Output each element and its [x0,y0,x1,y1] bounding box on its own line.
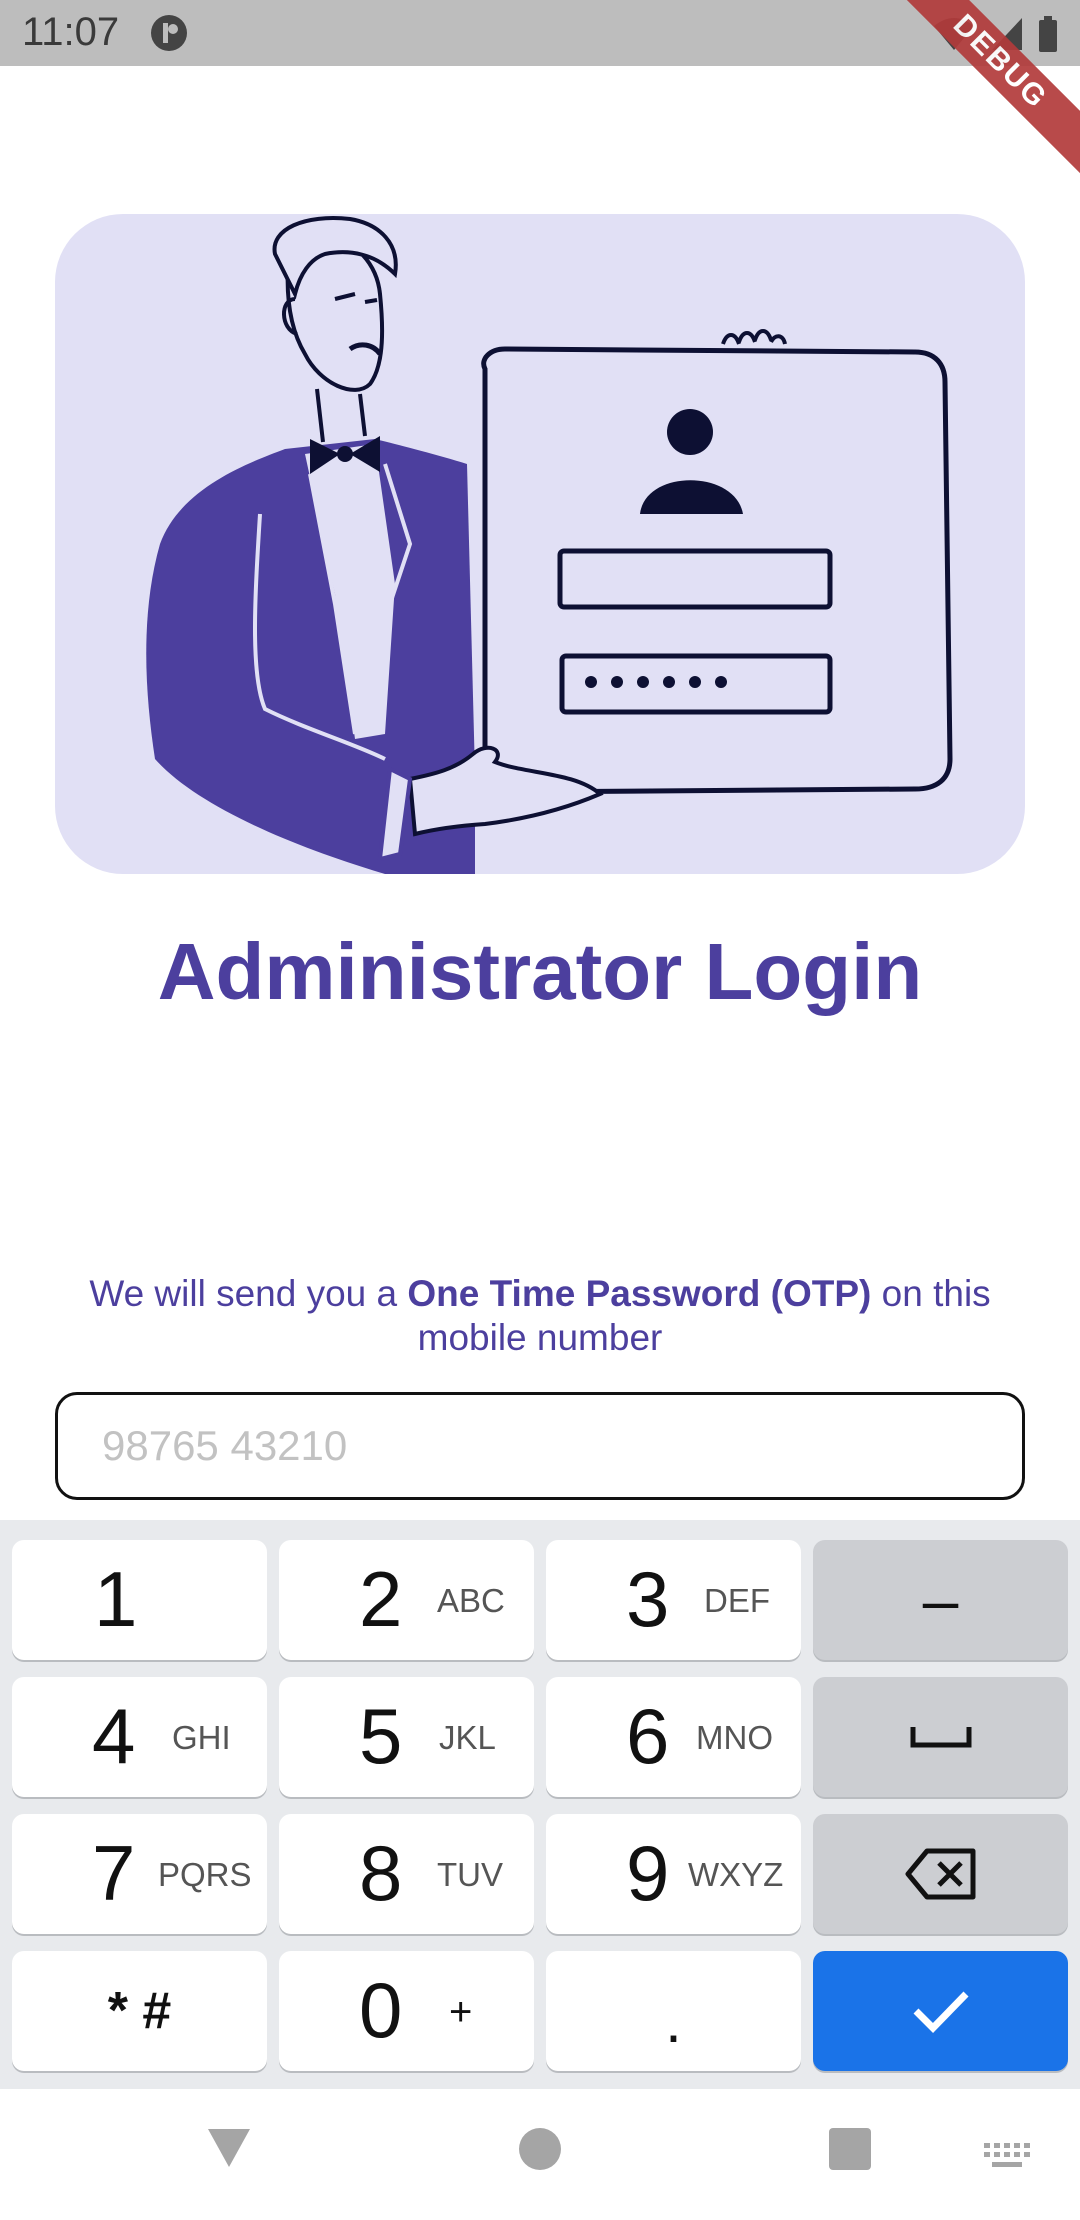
star-hash-label: * # [107,1982,172,2040]
key-9-letters: WXYZ [688,1856,784,1893]
key-0[interactable]: 0 + [279,1951,534,2071]
phone-placeholder: 98765 43210 [102,1422,348,1469]
key-6-letters: MNO [696,1719,773,1756]
key-2[interactable]: 2 ABC [279,1540,534,1660]
key-4[interactable]: 4 GHI [12,1677,267,1797]
navigation-bar [0,2089,1080,2220]
key-2-letters: ABC [437,1582,505,1619]
status-bar: 11:07 DEBUG [0,0,1080,184]
key-8[interactable]: 8 TUV [279,1814,534,1934]
key-7-letters: PQRS [158,1856,252,1893]
battery-icon [1039,16,1057,52]
key-2-number: 2 [359,1555,403,1643]
period-label: . [665,1987,682,2055]
keyboard-switch-icon[interactable] [984,2143,1030,2171]
key-3-letters: DEF [704,1582,770,1619]
key-0-plus: + [449,1990,473,2034]
back-icon[interactable] [206,2127,252,2169]
hero-illustration-card [55,214,1025,874]
key-5-number: 5 [359,1692,403,1780]
key-6-number: 6 [626,1692,670,1780]
phone-number-input[interactable]: 98765 43210 [55,1392,1025,1500]
key-1[interactable]: 1 [12,1540,267,1660]
key-3[interactable]: 3 DEF [546,1540,801,1660]
key-8-number: 8 [359,1829,403,1917]
backspace-key[interactable] [813,1814,1068,1934]
recents-icon[interactable] [828,2127,872,2171]
app-notification-icon [151,15,187,51]
enter-key[interactable] [813,1951,1068,2071]
otp-text-prefix: We will send you a [89,1273,408,1314]
key-9[interactable]: 9 WXYZ [546,1814,801,1934]
check-icon [913,1991,969,2033]
otp-text-bold: One Time Password (OTP) [407,1273,872,1314]
key-9-number: 9 [626,1829,670,1917]
backspace-icon [905,1848,975,1900]
key-7[interactable]: 7 PQRS [12,1814,267,1934]
otp-instructions: We will send you a One Time Password (OT… [70,1272,1010,1360]
star-hash-key[interactable]: * # [12,1951,267,2071]
key-5[interactable]: 5 JKL [279,1677,534,1797]
space-icon [910,1727,971,1748]
dash-key[interactable]: – [813,1540,1068,1660]
key-5-letters: JKL [439,1719,496,1756]
key-4-letters: GHI [172,1719,231,1756]
numeric-keyboard: 1 2 ABC 3 DEF – 4 GHI 5 JKL 6 MNO 7 PQRS… [0,1520,1080,2089]
page-title: Administrator Login [157,927,923,1016]
admin-login-illustration [146,216,953,874]
key-8-letters: TUV [437,1856,503,1893]
status-time: 11:07 [22,10,120,54]
key-3-number: 3 [626,1555,670,1643]
key-4-number: 4 [92,1692,136,1780]
key-7-number: 7 [92,1829,136,1917]
dash-label: – [922,1564,959,1636]
space-key[interactable] [813,1677,1068,1797]
key-6[interactable]: 6 MNO [546,1677,801,1797]
key-1-number: 1 [94,1555,138,1643]
period-key[interactable]: . [546,1951,801,2071]
home-icon[interactable] [518,2127,562,2171]
key-0-number: 0 [359,1966,403,2054]
